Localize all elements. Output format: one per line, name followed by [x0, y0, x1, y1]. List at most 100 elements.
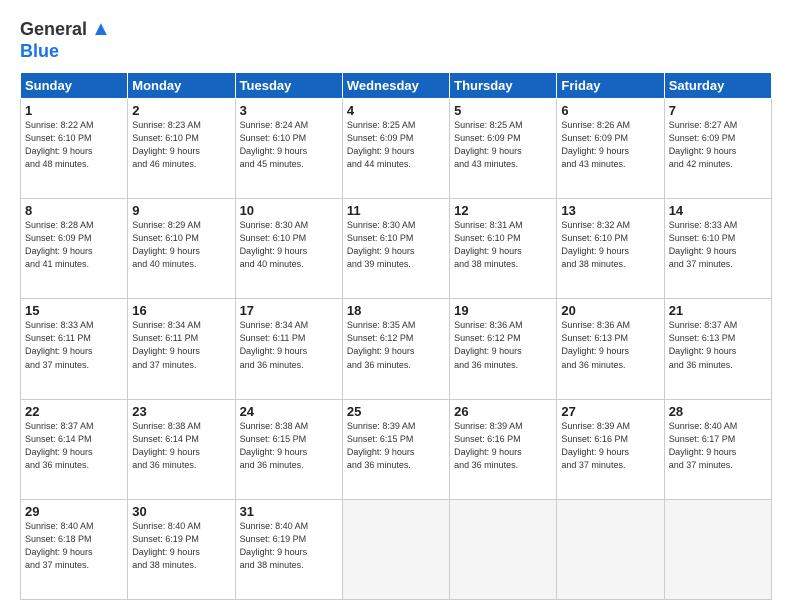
- day-number: 30: [132, 504, 230, 519]
- day-number: 28: [669, 404, 767, 419]
- day-info: Sunrise: 8:27 AM Sunset: 6:09 PM Dayligh…: [669, 119, 767, 171]
- day-info: Sunrise: 8:30 AM Sunset: 6:10 PM Dayligh…: [240, 219, 338, 271]
- calendar-cell: 30Sunrise: 8:40 AM Sunset: 6:19 PM Dayli…: [128, 499, 235, 599]
- day-number: 15: [25, 303, 123, 318]
- calendar-cell: 4Sunrise: 8:25 AM Sunset: 6:09 PM Daylig…: [342, 99, 449, 199]
- calendar-cell: 25Sunrise: 8:39 AM Sunset: 6:15 PM Dayli…: [342, 399, 449, 499]
- weekday-header-saturday: Saturday: [664, 73, 771, 99]
- weekday-header-row: SundayMondayTuesdayWednesdayThursdayFrid…: [21, 73, 772, 99]
- calendar-cell: 3Sunrise: 8:24 AM Sunset: 6:10 PM Daylig…: [235, 99, 342, 199]
- logo-bird-icon: ▲: [91, 18, 111, 41]
- day-info: Sunrise: 8:24 AM Sunset: 6:10 PM Dayligh…: [240, 119, 338, 171]
- calendar-cell: 7Sunrise: 8:27 AM Sunset: 6:09 PM Daylig…: [664, 99, 771, 199]
- day-info: Sunrise: 8:22 AM Sunset: 6:10 PM Dayligh…: [25, 119, 123, 171]
- day-number: 3: [240, 103, 338, 118]
- day-info: Sunrise: 8:29 AM Sunset: 6:10 PM Dayligh…: [132, 219, 230, 271]
- day-number: 31: [240, 504, 338, 519]
- day-info: Sunrise: 8:23 AM Sunset: 6:10 PM Dayligh…: [132, 119, 230, 171]
- calendar-cell: 13Sunrise: 8:32 AM Sunset: 6:10 PM Dayli…: [557, 199, 664, 299]
- day-number: 24: [240, 404, 338, 419]
- weekday-header-wednesday: Wednesday: [342, 73, 449, 99]
- calendar-cell: 18Sunrise: 8:35 AM Sunset: 6:12 PM Dayli…: [342, 299, 449, 399]
- day-number: 4: [347, 103, 445, 118]
- calendar-cell: 9Sunrise: 8:29 AM Sunset: 6:10 PM Daylig…: [128, 199, 235, 299]
- day-info: Sunrise: 8:30 AM Sunset: 6:10 PM Dayligh…: [347, 219, 445, 271]
- day-number: 14: [669, 203, 767, 218]
- day-info: Sunrise: 8:39 AM Sunset: 6:16 PM Dayligh…: [561, 420, 659, 472]
- weekday-header-tuesday: Tuesday: [235, 73, 342, 99]
- calendar-cell: 17Sunrise: 8:34 AM Sunset: 6:11 PM Dayli…: [235, 299, 342, 399]
- calendar-cell: 12Sunrise: 8:31 AM Sunset: 6:10 PM Dayli…: [450, 199, 557, 299]
- day-number: 1: [25, 103, 123, 118]
- day-number: 17: [240, 303, 338, 318]
- day-number: 8: [25, 203, 123, 218]
- calendar-table: SundayMondayTuesdayWednesdayThursdayFrid…: [20, 72, 772, 600]
- day-number: 19: [454, 303, 552, 318]
- calendar-week-row: 1Sunrise: 8:22 AM Sunset: 6:10 PM Daylig…: [21, 99, 772, 199]
- day-number: 27: [561, 404, 659, 419]
- logo-blue-text: Blue: [20, 41, 59, 62]
- calendar-cell: 11Sunrise: 8:30 AM Sunset: 6:10 PM Dayli…: [342, 199, 449, 299]
- day-info: Sunrise: 8:26 AM Sunset: 6:09 PM Dayligh…: [561, 119, 659, 171]
- calendar-cell: 28Sunrise: 8:40 AM Sunset: 6:17 PM Dayli…: [664, 399, 771, 499]
- day-info: Sunrise: 8:36 AM Sunset: 6:13 PM Dayligh…: [561, 319, 659, 371]
- day-info: Sunrise: 8:25 AM Sunset: 6:09 PM Dayligh…: [347, 119, 445, 171]
- day-number: 25: [347, 404, 445, 419]
- day-number: 22: [25, 404, 123, 419]
- calendar-cell: 6Sunrise: 8:26 AM Sunset: 6:09 PM Daylig…: [557, 99, 664, 199]
- day-info: Sunrise: 8:32 AM Sunset: 6:10 PM Dayligh…: [561, 219, 659, 271]
- weekday-header-monday: Monday: [128, 73, 235, 99]
- calendar-cell: 31Sunrise: 8:40 AM Sunset: 6:19 PM Dayli…: [235, 499, 342, 599]
- calendar-cell: 27Sunrise: 8:39 AM Sunset: 6:16 PM Dayli…: [557, 399, 664, 499]
- day-number: 6: [561, 103, 659, 118]
- day-info: Sunrise: 8:38 AM Sunset: 6:14 PM Dayligh…: [132, 420, 230, 472]
- calendar-cell: 20Sunrise: 8:36 AM Sunset: 6:13 PM Dayli…: [557, 299, 664, 399]
- calendar-cell: 2Sunrise: 8:23 AM Sunset: 6:10 PM Daylig…: [128, 99, 235, 199]
- calendar-cell: [450, 499, 557, 599]
- calendar-header: SundayMondayTuesdayWednesdayThursdayFrid…: [21, 73, 772, 99]
- calendar-cell: 10Sunrise: 8:30 AM Sunset: 6:10 PM Dayli…: [235, 199, 342, 299]
- day-number: 20: [561, 303, 659, 318]
- header: General ▲ Blue: [20, 18, 772, 62]
- calendar-week-row: 8Sunrise: 8:28 AM Sunset: 6:09 PM Daylig…: [21, 199, 772, 299]
- day-number: 9: [132, 203, 230, 218]
- weekday-header-friday: Friday: [557, 73, 664, 99]
- day-info: Sunrise: 8:34 AM Sunset: 6:11 PM Dayligh…: [132, 319, 230, 371]
- calendar-cell: 23Sunrise: 8:38 AM Sunset: 6:14 PM Dayli…: [128, 399, 235, 499]
- day-info: Sunrise: 8:37 AM Sunset: 6:13 PM Dayligh…: [669, 319, 767, 371]
- calendar-cell: [342, 499, 449, 599]
- calendar-cell: 16Sunrise: 8:34 AM Sunset: 6:11 PM Dayli…: [128, 299, 235, 399]
- day-info: Sunrise: 8:37 AM Sunset: 6:14 PM Dayligh…: [25, 420, 123, 472]
- day-info: Sunrise: 8:33 AM Sunset: 6:11 PM Dayligh…: [25, 319, 123, 371]
- page: General ▲ Blue SundayMondayTuesdayWednes…: [0, 0, 792, 612]
- calendar-week-row: 15Sunrise: 8:33 AM Sunset: 6:11 PM Dayli…: [21, 299, 772, 399]
- calendar-cell: 15Sunrise: 8:33 AM Sunset: 6:11 PM Dayli…: [21, 299, 128, 399]
- calendar-cell: 19Sunrise: 8:36 AM Sunset: 6:12 PM Dayli…: [450, 299, 557, 399]
- day-info: Sunrise: 8:33 AM Sunset: 6:10 PM Dayligh…: [669, 219, 767, 271]
- day-number: 7: [669, 103, 767, 118]
- day-info: Sunrise: 8:40 AM Sunset: 6:19 PM Dayligh…: [240, 520, 338, 572]
- day-number: 5: [454, 103, 552, 118]
- logo: General ▲ Blue: [20, 18, 111, 62]
- day-info: Sunrise: 8:39 AM Sunset: 6:15 PM Dayligh…: [347, 420, 445, 472]
- day-number: 11: [347, 203, 445, 218]
- day-number: 26: [454, 404, 552, 419]
- day-number: 12: [454, 203, 552, 218]
- day-number: 16: [132, 303, 230, 318]
- day-info: Sunrise: 8:36 AM Sunset: 6:12 PM Dayligh…: [454, 319, 552, 371]
- calendar-cell: 5Sunrise: 8:25 AM Sunset: 6:09 PM Daylig…: [450, 99, 557, 199]
- weekday-header-sunday: Sunday: [21, 73, 128, 99]
- day-number: 13: [561, 203, 659, 218]
- calendar-week-row: 29Sunrise: 8:40 AM Sunset: 6:18 PM Dayli…: [21, 499, 772, 599]
- day-number: 18: [347, 303, 445, 318]
- calendar-cell: 29Sunrise: 8:40 AM Sunset: 6:18 PM Dayli…: [21, 499, 128, 599]
- day-info: Sunrise: 8:31 AM Sunset: 6:10 PM Dayligh…: [454, 219, 552, 271]
- day-info: Sunrise: 8:40 AM Sunset: 6:19 PM Dayligh…: [132, 520, 230, 572]
- day-info: Sunrise: 8:40 AM Sunset: 6:17 PM Dayligh…: [669, 420, 767, 472]
- day-info: Sunrise: 8:34 AM Sunset: 6:11 PM Dayligh…: [240, 319, 338, 371]
- calendar-cell: [664, 499, 771, 599]
- day-info: Sunrise: 8:35 AM Sunset: 6:12 PM Dayligh…: [347, 319, 445, 371]
- calendar-cell: 21Sunrise: 8:37 AM Sunset: 6:13 PM Dayli…: [664, 299, 771, 399]
- day-info: Sunrise: 8:40 AM Sunset: 6:18 PM Dayligh…: [25, 520, 123, 572]
- day-number: 2: [132, 103, 230, 118]
